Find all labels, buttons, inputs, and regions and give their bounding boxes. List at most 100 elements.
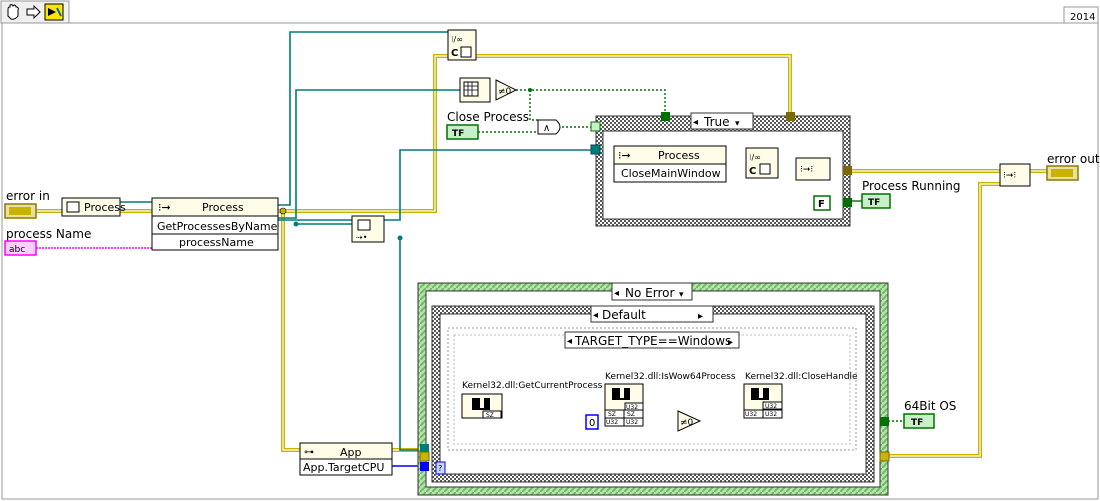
invoke-icon: ⁝➞ bbox=[158, 201, 171, 214]
svg-text:◂: ◂ bbox=[693, 117, 698, 128]
sz-label-1: SZ bbox=[486, 412, 494, 419]
zero-const-label: 0 bbox=[589, 418, 595, 429]
svg-text:▾: ▾ bbox=[735, 119, 740, 129]
merge-errors-node[interactable]: ⁝➞⁝ bbox=[795, 157, 831, 181]
app-property-node[interactable]: ⊶ App App.TargetCPU bbox=[299, 442, 393, 476]
false-constant[interactable]: F bbox=[813, 195, 831, 211]
get-current-process-node[interactable]: SZ bbox=[461, 393, 503, 419]
case-true-label: True bbox=[703, 115, 730, 129]
error-out-terminal[interactable] bbox=[1046, 165, 1079, 181]
conditional-disable-structure[interactable]: ◂ TARGET_TYPE==Windows ▸ Kernel32.dll:Ge… bbox=[447, 327, 858, 451]
64bit-os-label: 64Bit OS bbox=[904, 399, 956, 413]
unbundle-code-label-2: C bbox=[749, 166, 756, 177]
svg-text:◂: ◂ bbox=[614, 288, 619, 299]
close-main-window-method: CloseMainWindow bbox=[621, 167, 721, 180]
false-const-label: F bbox=[818, 199, 825, 210]
invoke-icon-2: ⁝➞ bbox=[618, 149, 631, 162]
case-error-out bbox=[843, 166, 852, 175]
array-size-node[interactable] bbox=[459, 77, 491, 103]
error-out-label: error out bbox=[1047, 152, 1100, 166]
hand-icon[interactable] bbox=[7, 4, 19, 20]
sz-label-3: SZ bbox=[627, 411, 635, 418]
u32-label-2: U32 bbox=[626, 419, 638, 426]
u32-label-3: U32 bbox=[626, 404, 638, 411]
case-selector-terminal bbox=[590, 121, 601, 132]
case-bool-out bbox=[843, 198, 852, 207]
app-node-label: App bbox=[340, 446, 362, 459]
unbundle-error-node-top[interactable]: ⁝/∞ C bbox=[447, 29, 477, 61]
svg-text:?: ? bbox=[438, 464, 442, 473]
and-node[interactable]: ∧ bbox=[537, 119, 561, 135]
close-handle-label: Kernel32.dll:CloseHandle bbox=[745, 372, 858, 382]
case-tunnel-in bbox=[590, 144, 601, 155]
neq-zero-label-2: ≠0 bbox=[680, 418, 694, 428]
is-wow64-label: Kernel32.dll:IsWow64Process bbox=[605, 372, 736, 382]
no-error-err-out bbox=[879, 451, 890, 462]
get-processes-method: GetProcessesByName bbox=[157, 220, 278, 233]
64bit-os-tf: TF bbox=[911, 418, 923, 428]
svg-text:⁝/∞: ⁝/∞ bbox=[749, 153, 761, 162]
64bit-os-terminal[interactable]: TF bbox=[903, 413, 935, 429]
unbundle-error-node-inner[interactable]: ⁝/∞ C bbox=[745, 147, 779, 179]
svg-text:▸: ▸ bbox=[728, 337, 733, 348]
and-label: ∧ bbox=[543, 123, 550, 134]
process-running-terminal[interactable]: TF bbox=[861, 193, 891, 209]
get-current-process-label: Kernel32.dll:GetCurrentProcess bbox=[462, 381, 603, 391]
get-processes-invoke-node[interactable]: ⁝➞ Process GetProcessesByName processNam… bbox=[151, 197, 279, 251]
process-name-terminal[interactable]: abc bbox=[4, 240, 37, 256]
close-process-terminal[interactable]: TF bbox=[446, 124, 479, 140]
close-main-window-node[interactable]: ⁝➞ Process CloseMainWindow bbox=[613, 145, 727, 183]
case-structure-no-error[interactable]: ◂ No Error ▾ ? ◂ Default ▸ ? ◂ bbox=[417, 282, 890, 496]
no-error-bool-out bbox=[880, 417, 889, 426]
no-error-tunnel-err bbox=[419, 451, 430, 462]
sz-label-2: SZ bbox=[608, 411, 616, 418]
svg-text:◂: ◂ bbox=[593, 310, 598, 321]
close-refnum-node[interactable]: ⇢• bbox=[351, 215, 385, 243]
u32-label-6: U32 bbox=[765, 411, 777, 418]
process-name-label: process Name bbox=[6, 227, 91, 241]
not-equal-zero-node[interactable]: ≠0 bbox=[495, 79, 518, 101]
error-in-terminal[interactable] bbox=[4, 203, 37, 219]
svg-text:◂: ◂ bbox=[567, 336, 572, 347]
u32-label-1: U32 bbox=[606, 419, 618, 426]
block-diagram: 2014 error in process Name abc Close Pro… bbox=[0, 0, 1100, 501]
merge-errors-outer-node[interactable]: ⁝➞⁝ bbox=[999, 163, 1031, 187]
neq-zero-label: ≠0 bbox=[498, 87, 512, 97]
process-node-label: Process bbox=[84, 201, 126, 214]
case-no-error-label: No Error bbox=[625, 286, 674, 300]
close-handle-node[interactable]: U32 U32 U32 bbox=[743, 383, 783, 419]
case-error-tunnel bbox=[786, 112, 795, 121]
block-diagram-canvas: 2014 error in process Name abc Close Pro… bbox=[0, 0, 1100, 500]
key-icon: ⊶ bbox=[304, 447, 314, 458]
version-label: 2014 bbox=[1070, 12, 1095, 23]
labview-run-icon[interactable] bbox=[44, 3, 64, 21]
process-running-label: Process Running bbox=[862, 179, 961, 193]
svg-text:⁝➞⁝: ⁝➞⁝ bbox=[1003, 171, 1016, 181]
conditional-label: TARGET_TYPE==Windows bbox=[574, 334, 731, 348]
zero-constant[interactable]: 0 bbox=[585, 414, 599, 430]
process-constructor-node[interactable]: Process bbox=[61, 197, 126, 217]
error-in-label: error in bbox=[6, 189, 50, 203]
toolbar bbox=[0, 0, 70, 24]
unbundle-code-label: C bbox=[451, 48, 458, 59]
abc-label: abc bbox=[9, 245, 25, 255]
app-target-cpu-label: App.TargetCPU bbox=[303, 461, 384, 474]
process-name-param: processName bbox=[179, 236, 254, 249]
no-error-tunnel-int bbox=[420, 462, 429, 471]
case-structure-default[interactable]: ◂ Default ▸ ? ◂ TARGET_TYPE==Windows ▸ K… bbox=[431, 305, 875, 483]
class-icon bbox=[66, 201, 80, 213]
svg-text:⁝➞⁝: ⁝➞⁝ bbox=[800, 165, 813, 175]
refnum-arrows: ⇢• bbox=[356, 233, 367, 242]
process-running-tf: TF bbox=[868, 198, 880, 208]
is-wow64-node[interactable]: SZ SZ U32 U32 U32 bbox=[604, 383, 644, 427]
u32-label-4: U32 bbox=[765, 403, 777, 410]
svg-text:▸: ▸ bbox=[698, 311, 703, 322]
case-bool-tunnel bbox=[661, 112, 670, 121]
unbundle-icon: ⁝/∞ bbox=[451, 35, 463, 44]
svg-text:▾: ▾ bbox=[679, 290, 684, 300]
case-structure-true[interactable]: ◂ True ▾ ⁝➞ Process CloseMainWindow ⁝/∞ … bbox=[590, 112, 852, 227]
close-process-label: Close Process bbox=[447, 110, 529, 124]
case-default-label: Default bbox=[602, 308, 646, 322]
process-invoke2-label: Process bbox=[658, 149, 700, 162]
process-class-label: Process bbox=[202, 201, 244, 214]
